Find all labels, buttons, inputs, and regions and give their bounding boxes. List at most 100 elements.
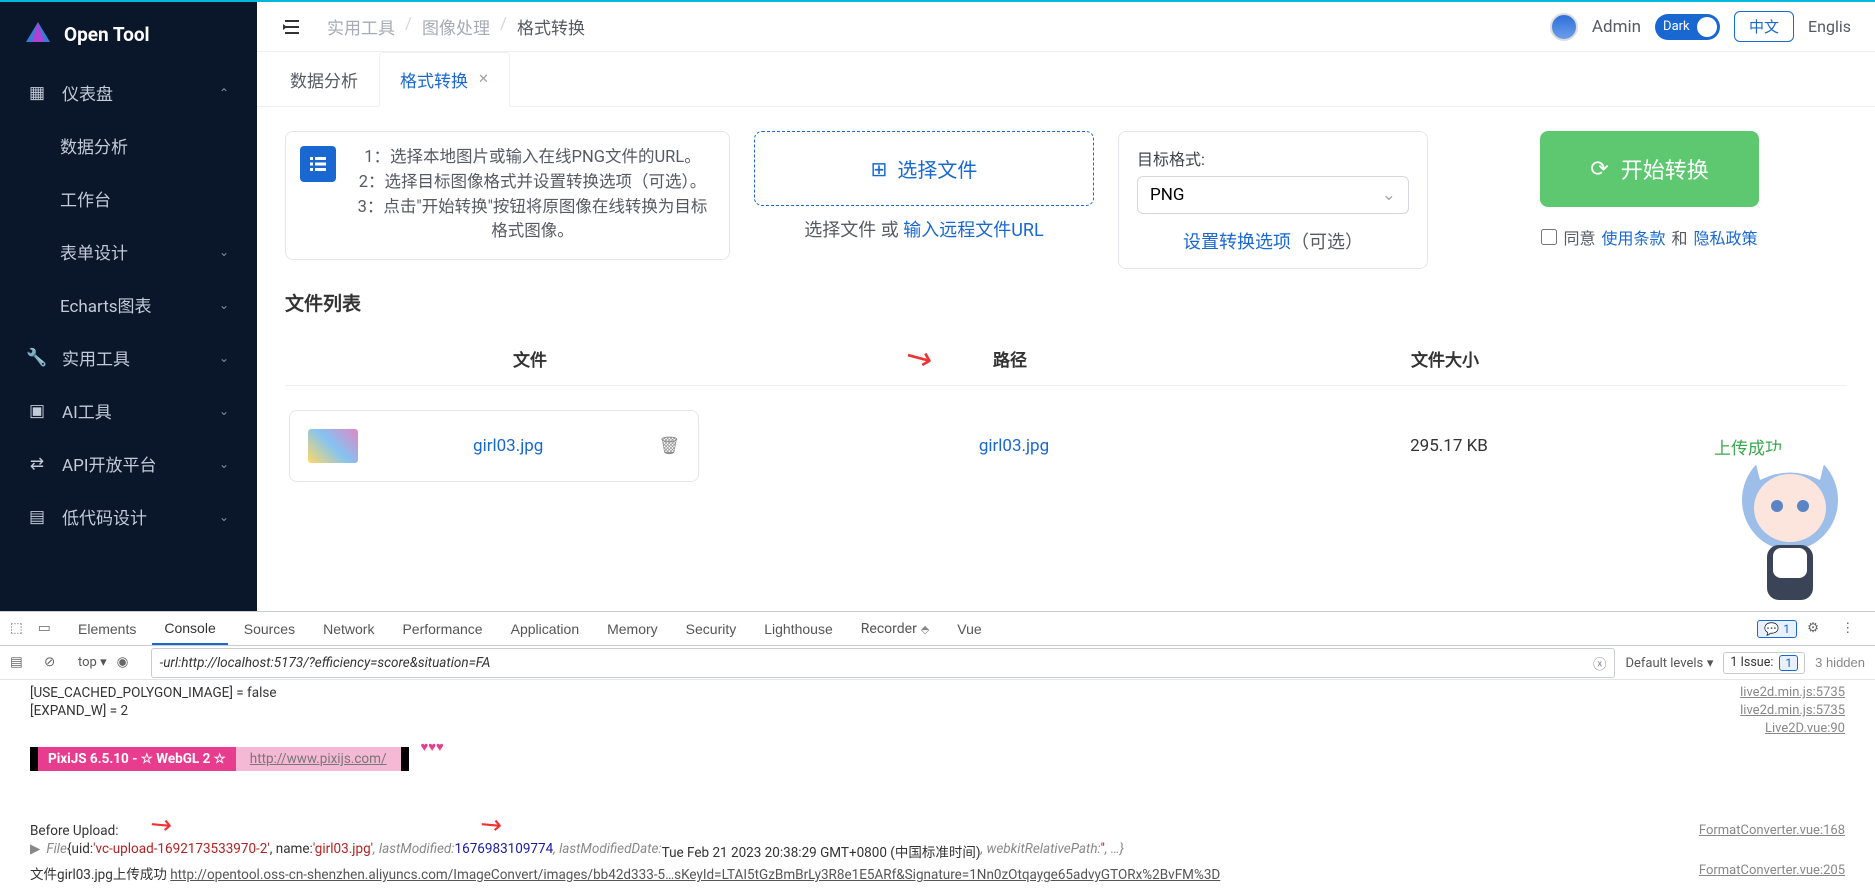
nav-sub-workbench[interactable]: 工作台 (0, 172, 257, 225)
start-convert-button[interactable]: ⟳ 开始转换 (1540, 131, 1758, 207)
dt-tab-vue[interactable]: Vue (945, 614, 993, 644)
crumb[interactable]: 图像处理 (422, 14, 490, 39)
nav-sub-analysis[interactable]: 数据分析 (0, 119, 257, 172)
log-source[interactable]: FormatConverter.vue:168 (1699, 823, 1845, 839)
crumb[interactable]: 实用工具 (327, 14, 395, 39)
dt-tab-recorder[interactable]: Recorder⬘ (849, 613, 942, 644)
devtools-tabs: ⬚ ▭ Elements Console Sources Network Per… (0, 612, 1875, 646)
close-icon[interactable]: ✕ (478, 72, 489, 87)
trash-icon[interactable]: 🗑 (658, 436, 680, 456)
logo[interactable]: Open Tool (0, 2, 257, 66)
file-card: girl03.jpg 🗑 (289, 410, 699, 482)
main: 实用工具 / 图像处理 / 格式转换 Admin Dark 中文 Englis … (257, 2, 1875, 611)
dt-tab-console[interactable]: Console (152, 613, 227, 645)
gear-icon[interactable]: ⚙ (1807, 620, 1825, 638)
eye-icon[interactable]: ◉ (117, 654, 135, 672)
chevron-down-icon: ⌄ (219, 404, 229, 418)
nav-dashboard[interactable]: ▦ 仪表盘 ⌃ (0, 66, 257, 119)
crumb-current: 格式转换 (517, 14, 585, 39)
log-source[interactable]: FormatConverter.vue:205 (1699, 863, 1845, 883)
dt-tab-security[interactable]: Security (674, 614, 749, 644)
dt-tab-memory[interactable]: Memory (595, 614, 670, 644)
context-select[interactable]: top ▾ (78, 655, 107, 670)
content: 1：选择本地图片或输入在线PNG文件的URL。 2：选择目标图像格式并设置转换选… (257, 107, 1875, 530)
convert-options-link[interactable]: 设置转换选项 (1183, 232, 1291, 253)
info-box: 1：选择本地图片或输入在线PNG文件的URL。 2：选择目标图像格式并设置转换选… (285, 131, 730, 260)
nav-lowcode[interactable]: ▤ 低代码设计 ⌄ (0, 490, 257, 543)
inspect-icon[interactable]: ⬚ (10, 620, 28, 638)
preview-badge: ⬘ (921, 623, 929, 636)
select-value: PNG (1150, 185, 1184, 205)
chevron-down-icon: ⌄ (219, 457, 229, 471)
chevron-down-icon: ⌄ (219, 510, 229, 524)
button-label: 开始转换 (1621, 153, 1709, 185)
api-icon: ⇄ (28, 455, 46, 473)
log-object[interactable]: ▶ File {uid: 'vc-upload-1692173533970-2'… (30, 840, 1845, 862)
lang-cn-button[interactable]: 中文 (1734, 11, 1794, 42)
remote-url-link[interactable]: 输入远程文件URL (903, 220, 1043, 241)
issues-button[interactable]: 1 Issue: 1 (1723, 652, 1805, 674)
clear-filter-icon[interactable]: ⓧ (1593, 653, 1607, 673)
pixi-banner: PixiJS 6.5.10 - ☆ WebGL 2 ☆ http://www.p… (30, 747, 409, 771)
nav-api[interactable]: ⇄ API开放平台 ⌄ (0, 437, 257, 490)
message-badge[interactable]: 💬 1 (1757, 620, 1797, 638)
collapse-icon[interactable] (281, 16, 303, 38)
clear-console-icon[interactable]: ⊘ (44, 654, 62, 672)
more-icon[interactable]: ⋮ (1841, 620, 1859, 638)
dt-tab-performance[interactable]: Performance (390, 614, 494, 644)
log-source[interactable]: Live2D.vue:90 (1765, 721, 1845, 737)
dt-tab-network[interactable]: Network (311, 614, 386, 644)
dt-tab-sources[interactable]: Sources (232, 614, 307, 644)
pixi-link[interactable]: http://www.pixijs.com/ (236, 747, 401, 771)
upload-subtext: 选择文件 或 输入远程文件URL (804, 216, 1043, 242)
lang-en-label[interactable]: Englis (1808, 17, 1851, 36)
dark-mode-toggle[interactable]: Dark (1655, 14, 1720, 40)
tabs: 数据分析 格式转换 ✕ (257, 52, 1875, 107)
filter-value: -url:http://localhost:5173/?efficiency=s… (160, 655, 491, 671)
file-path[interactable]: girl03.jpg (779, 436, 1249, 456)
log-url[interactable]: http://opentool.oss-cn-shenzhen.aliyuncs… (170, 867, 1220, 883)
nav-label: 实用工具 (62, 345, 130, 370)
nav-label: 低代码设计 (62, 504, 147, 529)
file-status: 上传成功 (1649, 434, 1847, 459)
dt-tab-application[interactable]: Application (499, 614, 592, 644)
header: 实用工具 / 图像处理 / 格式转换 Admin Dark 中文 Englis (257, 2, 1875, 52)
table-row: ↘ girl03.jpg 🗑 girl03.jpg 295.17 KB 上传成功 (285, 386, 1847, 506)
console-body[interactable]: [USE_CACHED_POLYGON_IMAGE] = falselive2d… (0, 680, 1875, 888)
nav-label: Echarts图表 (60, 292, 152, 317)
tab-label: 格式转换 (400, 67, 468, 92)
dt-tab-lighthouse[interactable]: Lighthouse (752, 614, 845, 644)
nav-sub-form[interactable]: 表单设计 ⌄ (0, 225, 257, 278)
tab-analysis[interactable]: 数据分析 (269, 52, 379, 106)
nav-sub-echarts[interactable]: Echarts图表 ⌄ (0, 278, 257, 331)
avatar[interactable] (1550, 13, 1578, 41)
terms-link[interactable]: 使用条款 (1601, 225, 1665, 249)
sidebar: Open Tool ▦ 仪表盘 ⌃ 数据分析 工作台 表单设计 ⌄ Echart… (0, 2, 257, 611)
nav-utility[interactable]: 🔧 实用工具 ⌄ (0, 331, 257, 384)
info-text: 1：选择本地图片或输入在线PNG文件的URL。 2：选择目标图像格式并设置转换选… (350, 146, 715, 245)
nav-ai[interactable]: ▣ AI工具 ⌄ (0, 384, 257, 437)
refresh-icon: ⟳ (1590, 157, 1608, 182)
privacy-link[interactable]: 隐私政策 (1694, 225, 1758, 249)
log-level-select[interactable]: Default levels ▾ (1625, 655, 1713, 671)
chevron-down-icon: ⌄ (219, 245, 229, 259)
console-toolbar: ▤ ⊘ top ▾ ◉ -url:http://localhost:5173/?… (0, 646, 1875, 680)
file-name[interactable]: girl03.jpg (376, 436, 640, 456)
tab-format-convert[interactable]: 格式转换 ✕ (379, 52, 510, 107)
agree-checkbox[interactable] (1541, 229, 1557, 245)
logo-icon (24, 20, 52, 48)
agree-checkbox-row[interactable]: 同意使用条款和隐私政策 (1541, 225, 1757, 249)
ai-icon: ▣ (28, 402, 46, 420)
filter-input[interactable]: -url:http://localhost:5173/?efficiency=s… (151, 648, 1616, 678)
log-entry: [EXPAND_W] = 2 (30, 703, 1740, 719)
dt-tab-elements[interactable]: Elements (66, 614, 148, 644)
log-source[interactable]: live2d.min.js:5735 (1740, 685, 1845, 701)
expand-triangle-icon[interactable]: ▶ (30, 841, 40, 861)
chevron-up-icon: ⌃ (219, 86, 229, 100)
col-path: 路径 (775, 346, 1245, 371)
device-icon[interactable]: ▭ (38, 620, 56, 638)
sidebar-toggle-icon[interactable]: ▤ (10, 654, 28, 672)
select-file-button[interactable]: ⊞ 选择文件 (754, 131, 1094, 206)
format-select[interactable]: PNG ⌄ (1137, 176, 1409, 214)
log-source[interactable]: live2d.min.js:5735 (1740, 703, 1845, 719)
